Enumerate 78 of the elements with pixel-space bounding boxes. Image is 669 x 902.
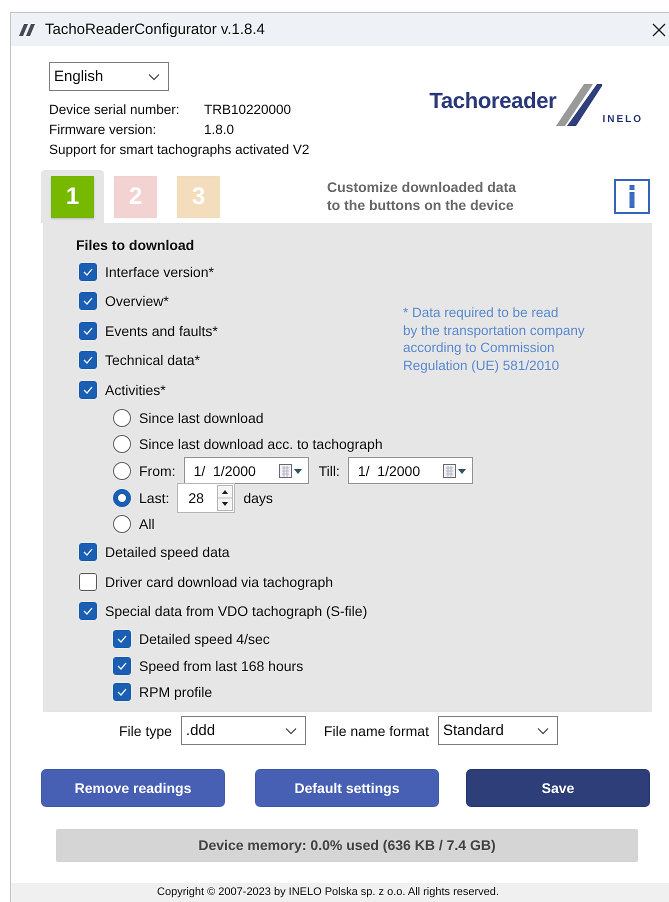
window-title: TachoReaderConfigurator v.1.8.4: [45, 21, 266, 38]
checkbox[interactable]: [79, 602, 97, 620]
checkbox[interactable]: [113, 656, 131, 675]
checkmark-icon: [83, 297, 93, 306]
copyright-text: Copyright © 2007-2023 by INELO Polska sp. z o.o. All rights reserved.: [157, 886, 499, 898]
option-label: Since last download acc. to tachograph: [139, 436, 383, 452]
checkbox[interactable]: [113, 630, 131, 648]
checkbox[interactable]: [113, 683, 131, 702]
logo-slashes-icon: [556, 84, 602, 126]
dropdown[interactable]: English: [49, 62, 169, 91]
checkmark-icon: [117, 635, 127, 644]
number-spinner[interactable]: 28: [177, 482, 236, 513]
unit-label: days: [243, 490, 273, 506]
checkmark-icon: [83, 268, 93, 276]
checkmark-icon: [83, 548, 93, 556]
checkmark-icon: [83, 607, 93, 616]
checkmark-icon: [83, 386, 93, 394]
option-label: RPM profile: [139, 684, 212, 700]
info-value: 1.8.0: [204, 122, 236, 137]
option-label: All: [139, 516, 155, 532]
checkbox[interactable]: [79, 292, 97, 310]
checkmark-icon: [117, 662, 127, 670]
checkmark-icon: [83, 326, 93, 335]
date-field[interactable]: 1/ 1/2000: [348, 457, 473, 484]
chevron-down-icon: [284, 726, 297, 735]
checkmark-icon: [83, 356, 93, 364]
section-heading: Files to download: [76, 237, 196, 253]
radio-button[interactable]: [113, 515, 131, 534]
checkbox[interactable]: [79, 543, 97, 562]
option-label: Driver card download via tachograph: [105, 574, 334, 590]
option-label: Detailed speed data: [105, 544, 230, 560]
option-label: Interface version*: [105, 264, 214, 280]
date-field[interactable]: 1/ 1/2000: [184, 457, 309, 484]
radio-button[interactable]: [113, 462, 131, 480]
option-label: Last:: [139, 490, 170, 506]
action-button[interactable]: Save: [466, 768, 650, 807]
checkbox[interactable]: [79, 380, 97, 399]
support-note: Support for smart tachographs activated V2: [49, 142, 310, 157]
close-icon[interactable]: [652, 22, 666, 36]
chevron-down-icon: [148, 72, 160, 80]
checkbox[interactable]: [79, 351, 97, 370]
chevron-down-icon: [536, 726, 549, 735]
checkbox[interactable]: [79, 572, 97, 591]
info-label: Firmware version:: [49, 122, 158, 137]
logo-text: Tachoreader: [429, 88, 556, 114]
logo-subtext: INELO: [602, 114, 643, 125]
field-label: File type: [119, 722, 172, 739]
dropdown[interactable]: Standard: [438, 716, 558, 746]
calendar-dropdown-icon: [442, 464, 467, 478]
option-label: Overview*: [105, 293, 169, 310]
radio-button[interactable]: [113, 488, 131, 507]
action-button[interactable]: Remove readings: [41, 768, 225, 807]
memory-text: Device memory: 0.0% used (636 KB / 7.4 GB): [198, 837, 496, 854]
option-label: Events and faults*: [105, 322, 218, 339]
checkbox[interactable]: [79, 262, 97, 281]
option-label: Detailed speed 4/sec: [139, 631, 270, 648]
option-label: Special data from VDO tachograph (S-file): [105, 603, 368, 620]
option-label: Activities*: [105, 382, 166, 398]
action-button[interactable]: Default settings: [255, 768, 439, 807]
radio-button[interactable]: [113, 435, 131, 454]
info-label: Device serial number:: [49, 102, 181, 117]
hint-text: Customize downloaded data to the buttons on the device: [327, 178, 518, 214]
option-label: Till:: [318, 462, 340, 479]
required-note: * Data required to be read by the transportation company according to Commission Regulation (UE) 581/2010: [403, 304, 586, 374]
option-label: Since last download: [139, 410, 264, 426]
info-value: TRB10220000: [204, 102, 292, 117]
radio-button[interactable]: [113, 408, 131, 427]
option-label: Speed from last 168 hours: [139, 658, 304, 674]
checkbox[interactable]: [79, 322, 97, 340]
dropdown[interactable]: .ddd: [180, 716, 306, 746]
option-label: From:: [139, 462, 176, 479]
info-icon[interactable]: [614, 179, 650, 214]
stepper-arrows-icon: [217, 484, 234, 511]
calendar-dropdown-icon: [278, 464, 303, 478]
checkmark-icon: [117, 688, 127, 696]
field-label: File name format: [324, 722, 429, 739]
option-label: Technical data*: [105, 352, 200, 368]
slash-logo-icon: [19, 24, 37, 36]
